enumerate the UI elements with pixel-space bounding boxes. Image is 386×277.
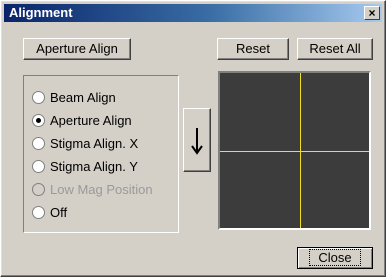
radio-off[interactable]: Off — [32, 205, 67, 221]
close-button[interactable]: Close — [297, 247, 373, 269]
window-title: Alignment — [9, 5, 73, 20]
radio-beam-align[interactable]: Beam Align — [32, 90, 116, 106]
radio-circle — [32, 114, 45, 127]
radio-circle — [32, 137, 45, 150]
radio-aperture-align[interactable]: Aperture Align — [32, 113, 132, 129]
radio-circle — [32, 183, 45, 196]
radio-label: Stigma Align. Y — [50, 159, 138, 174]
reset-button[interactable]: Reset — [217, 38, 289, 60]
radio-label: Beam Align — [50, 90, 116, 105]
move-down-button[interactable] — [183, 108, 211, 172]
radio-low-mag-position: Low Mag Position — [32, 182, 153, 198]
reset-all-button[interactable]: Reset All — [297, 38, 373, 60]
radio-stigma-align-y[interactable]: Stigma Align. Y — [32, 159, 138, 175]
arrow-down-icon — [191, 128, 203, 155]
radio-label: Aperture Align — [50, 113, 132, 128]
radio-label: Low Mag Position — [50, 182, 153, 197]
radio-label: Stigma Align. X — [50, 136, 139, 151]
radio-label: Off — [50, 205, 68, 220]
radio-circle — [32, 206, 45, 219]
alignment-dialog: Alignment × Aperture Align Reset Reset A… — [0, 0, 386, 277]
radio-stigma-align-x[interactable]: Stigma Align. X — [32, 136, 138, 152]
radio-circle — [32, 160, 45, 173]
aperture-align-button[interactable]: Aperture Align — [23, 38, 131, 60]
alignment-mode-group: Beam Align Aperture Align Stigma Align. … — [23, 75, 179, 233]
close-button-label: Close — [309, 249, 361, 266]
close-icon[interactable]: × — [364, 6, 380, 20]
radio-selected-dot — [36, 118, 41, 123]
alignment-display[interactable] — [218, 71, 371, 230]
radio-circle — [32, 91, 45, 104]
title-bar[interactable]: Alignment × — [4, 4, 382, 22]
crosshair-horizontal — [220, 151, 369, 152]
